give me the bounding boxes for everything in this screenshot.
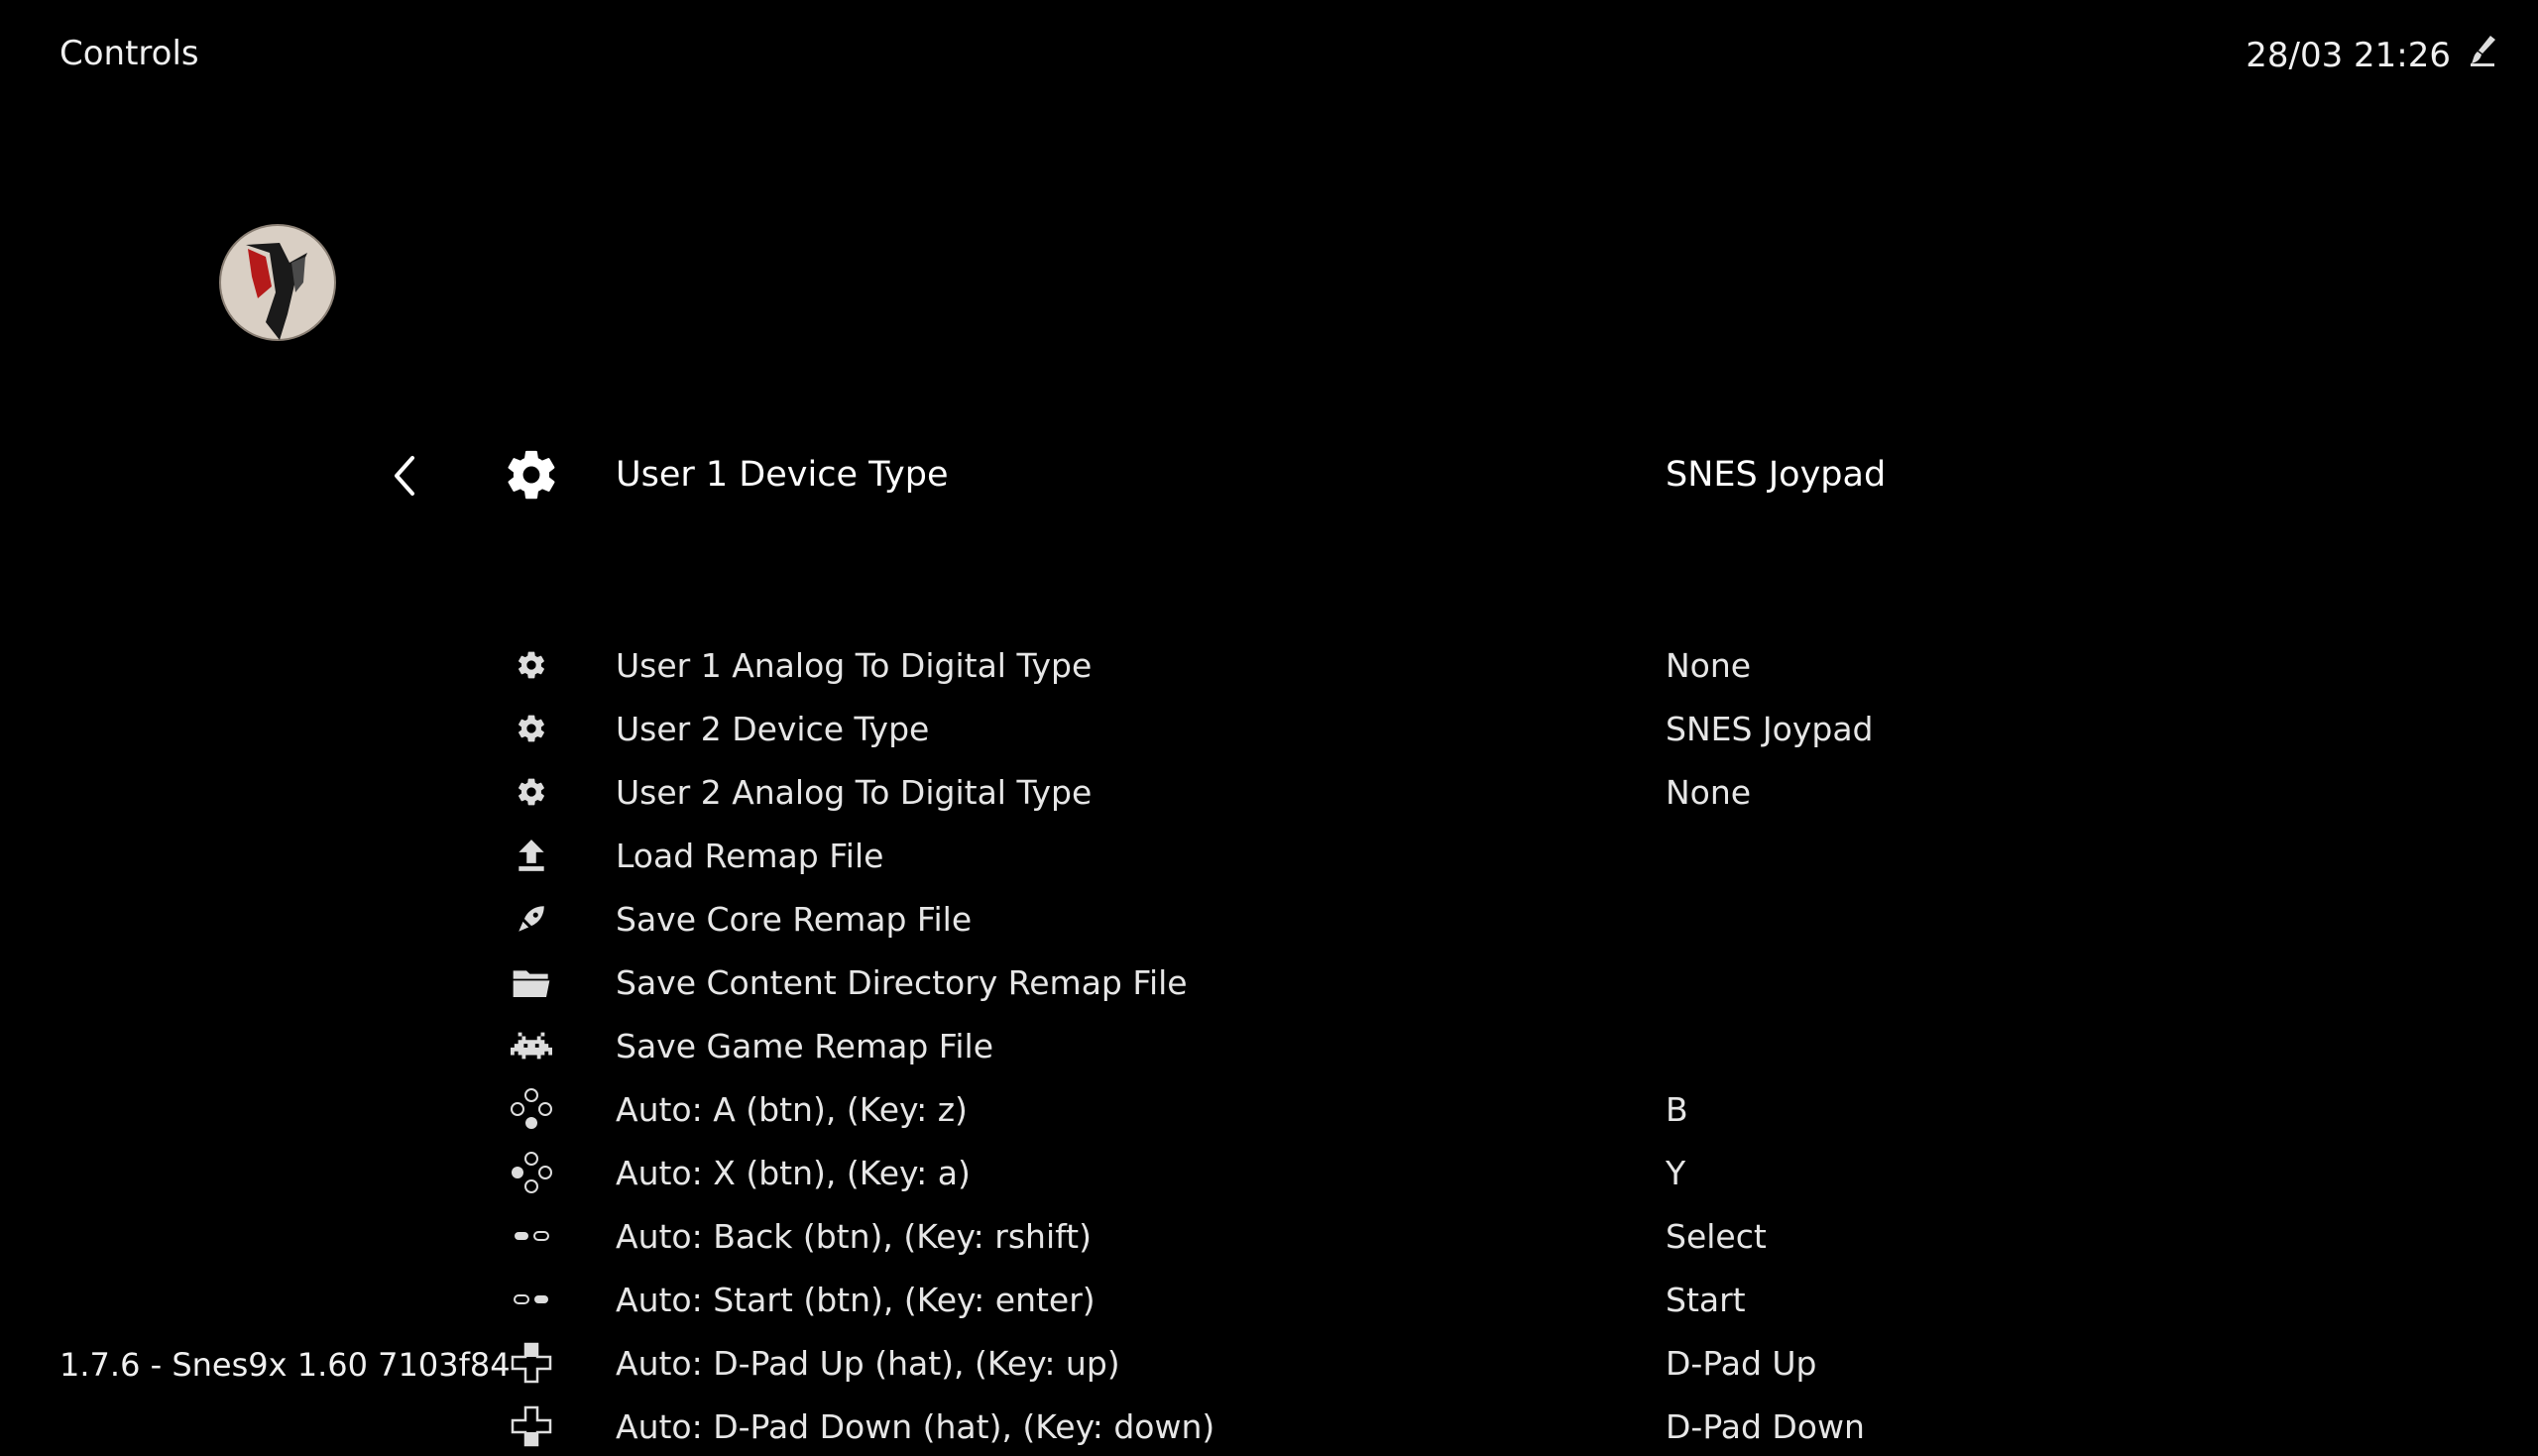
gear-icon xyxy=(486,649,577,681)
menu-item-save-game-remap[interactable]: Save Game Remap File xyxy=(486,1016,2171,1075)
menu-item-label: Auto: D-Pad Up (hat), (Key: up) xyxy=(616,1343,1120,1383)
menu-item-value: Y xyxy=(1666,1153,1686,1192)
menu-item-user1-analog-type[interactable]: User 1 Analog To Digital Type None xyxy=(486,635,2171,695)
menu-item-user2-analog-type[interactable]: User 2 Analog To Digital Type None xyxy=(486,762,2171,822)
menu-item-label: User 2 Analog To Digital Type xyxy=(616,772,1093,812)
menu-item-label: Auto: A (btn), (Key: z) xyxy=(616,1089,968,1129)
version-info: 1.7.6 - Snes9x 1.60 7103f84 xyxy=(59,1346,511,1384)
menu-item-label: Save Core Remap File xyxy=(616,899,973,939)
start-button-icon xyxy=(486,1292,577,1306)
gear-icon xyxy=(486,446,577,504)
menu-item-label: Save Game Remap File xyxy=(616,1026,993,1065)
menu-item-user2-device-type[interactable]: User 2 Device Type SNES Joypad xyxy=(486,699,2171,758)
upload-icon xyxy=(486,837,577,874)
menu-item-bind-dpad-up[interactable]: Auto: D-Pad Up (hat), (Key: up) D-Pad Up xyxy=(486,1333,2171,1393)
menu-item-save-content-dir-remap[interactable]: Save Content Directory Remap File xyxy=(486,952,2171,1012)
menu-item-value: SNES Joypad xyxy=(1666,455,1887,495)
menu-item-user1-device-type[interactable]: User 1 Device Type SNES Joypad xyxy=(486,445,2171,504)
menu-item-bind-a[interactable]: Auto: A (btn), (Key: z) B xyxy=(486,1079,2171,1139)
menu-item-bind-dpad-down[interactable]: Auto: D-Pad Down (hat), (Key: down) D-Pa… xyxy=(486,1397,2171,1456)
menu-item-label: Auto: X (btn), (Key: a) xyxy=(616,1153,971,1192)
folder-icon xyxy=(486,965,577,999)
menu-item-label: Save Content Directory Remap File xyxy=(616,962,1188,1002)
menu-item-value: None xyxy=(1666,772,1752,812)
rocket-icon xyxy=(486,902,577,936)
menu-item-value: D-Pad Up xyxy=(1666,1343,1817,1383)
settings-menu: User 1 Device Type SNES Joypad User 1 An… xyxy=(0,0,2538,1447)
menu-item-save-core-remap[interactable]: Save Core Remap File xyxy=(486,889,2171,949)
menu-item-label: Auto: D-Pad Down (hat), (Key: down) xyxy=(616,1406,1215,1446)
menu-item-bind-back[interactable]: Auto: Back (btn), (Key: rshift) Select xyxy=(486,1206,2171,1266)
menu-item-label: User 1 Device Type xyxy=(616,455,949,495)
space-invader-icon xyxy=(486,1032,577,1060)
menu-item-label: Load Remap File xyxy=(616,836,884,875)
menu-item-value: None xyxy=(1666,645,1752,685)
face-buttons-bottom-icon xyxy=(486,1087,577,1131)
back-arrow-icon[interactable] xyxy=(389,454,418,498)
menu-item-bind-start[interactable]: Auto: Start (btn), (Key: enter) Start xyxy=(486,1270,2171,1329)
menu-item-label: Auto: Start (btn), (Key: enter) xyxy=(616,1280,1096,1319)
menu-item-value: B xyxy=(1666,1089,1688,1129)
menu-item-label: User 1 Analog To Digital Type xyxy=(616,645,1093,685)
gear-icon xyxy=(486,776,577,808)
select-button-icon xyxy=(486,1229,577,1243)
face-buttons-left-icon xyxy=(486,1151,577,1194)
menu-item-value: D-Pad Down xyxy=(1666,1406,1865,1446)
menu-item-bind-x[interactable]: Auto: X (btn), (Key: a) Y xyxy=(486,1143,2171,1202)
gear-icon xyxy=(486,713,577,744)
menu-item-label: Auto: Back (btn), (Key: rshift) xyxy=(616,1216,1092,1256)
menu-item-value: SNES Joypad xyxy=(1666,709,1874,748)
menu-item-load-remap-file[interactable]: Load Remap File xyxy=(486,826,2171,885)
menu-item-value: Start xyxy=(1666,1280,1746,1319)
dpad-down-icon xyxy=(486,1405,577,1447)
menu-item-label: User 2 Device Type xyxy=(616,709,930,748)
menu-item-value: Select xyxy=(1666,1216,1767,1256)
